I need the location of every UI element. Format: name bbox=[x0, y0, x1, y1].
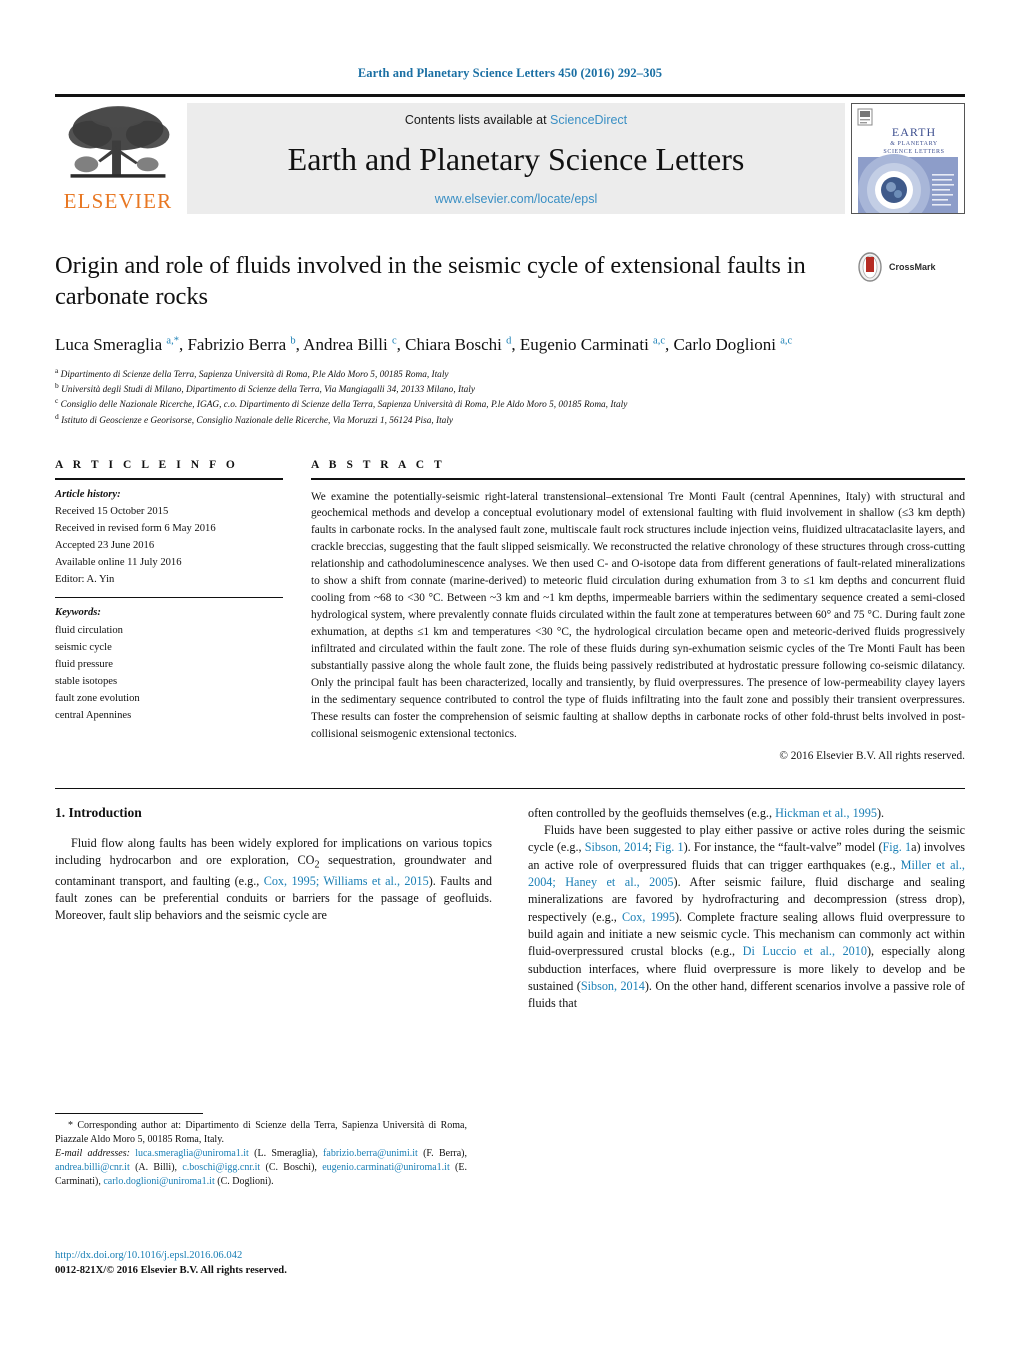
para-text: ). For instance, the “fault-valve” model… bbox=[683, 840, 883, 855]
citation-link[interactable]: Sibson, 2014 bbox=[585, 840, 649, 854]
citation-link[interactable]: Sibson, 2014 bbox=[581, 979, 645, 993]
email-link[interactable]: eugenio.carminati@uniroma1.it bbox=[322, 1162, 450, 1173]
keyword-item: fluid pressure bbox=[55, 658, 113, 670]
keyword-item: seismic cycle bbox=[55, 641, 112, 653]
figure-link[interactable]: Fig. 1 bbox=[655, 840, 684, 854]
article-info-column: A R T I C L E I N F O Article history: R… bbox=[55, 459, 283, 762]
affiliation-marker: c bbox=[55, 396, 59, 406]
corresponding-text: Corresponding author at: Dipartimento di… bbox=[55, 1120, 467, 1145]
title-block: Origin and role of fluids involved in th… bbox=[55, 250, 965, 313]
body-column-left: 1. Introduction Fluid flow along faults … bbox=[55, 805, 492, 1013]
affiliation-item: d Istituto di Geoscienze e Georisorse, C… bbox=[55, 411, 965, 429]
crossmark-badge[interactable]: CrossMark bbox=[855, 250, 965, 282]
author-list: Luca Smeraglia a,*, Fabrizio Berra b, An… bbox=[55, 334, 793, 354]
journal-url[interactable]: www.elsevier.com/locate/epsl bbox=[435, 192, 598, 206]
info-abstract-row: A R T I C L E I N F O Article history: R… bbox=[55, 459, 965, 762]
doi-block: http://dx.doi.org/10.1016/j.epsl.2016.06… bbox=[55, 1248, 475, 1279]
elsevier-wordmark: ELSEVIER bbox=[63, 189, 173, 213]
email-addresses-label: E-mail addresses: bbox=[55, 1148, 130, 1159]
footnote-divider bbox=[55, 1113, 203, 1114]
email-link[interactable]: andrea.billi@cnr.it bbox=[55, 1162, 130, 1173]
email-addresses-note: E-mail addresses: luca.smeraglia@uniroma… bbox=[55, 1147, 467, 1189]
citation-link[interactable]: Cox, 1995 bbox=[622, 910, 675, 924]
email-link[interactable]: c.boschi@igg.cnr.it bbox=[182, 1162, 260, 1173]
running-head: Earth and Planetary Science Letters 450 … bbox=[357, 66, 663, 80]
abstract-heading: A B S T R A C T bbox=[311, 458, 446, 471]
email-link[interactable]: carlo.doglioni@uniroma1.it bbox=[103, 1176, 214, 1187]
history-item: Editor: A. Yin bbox=[55, 574, 115, 586]
affiliation-text: Istituto di Geoscienze e Georisorse, Con… bbox=[61, 415, 454, 426]
email-person: (C. Doglioni). bbox=[217, 1176, 274, 1187]
abstract-copyright: © 2016 Elsevier B.V. All rights reserved… bbox=[779, 749, 965, 762]
sciencedirect-link[interactable]: ScienceDirect bbox=[550, 113, 627, 127]
intro-paragraph-left: Fluid flow along faults has been widely … bbox=[55, 835, 492, 925]
affiliation-item: c Consiglio delle Nazionale Ricerche, IG… bbox=[55, 396, 965, 413]
intro-paragraph-right-cont: often controlled by the geofluids themse… bbox=[528, 805, 965, 822]
corresponding-author-note: * Corresponding author at: Dipartimento … bbox=[55, 1119, 467, 1147]
email-link[interactable]: fabrizio.berra@unimi.it bbox=[323, 1148, 418, 1159]
citation-link[interactable]: Hickman et al., 1995 bbox=[775, 806, 877, 820]
doi-link[interactable]: http://dx.doi.org/10.1016/j.epsl.2016.06… bbox=[55, 1248, 475, 1263]
journal-title: Earth and Planetary Science Letters bbox=[287, 141, 745, 178]
article-info-heading: A R T I C L E I N F O bbox=[55, 458, 239, 471]
masthead-center: Contents lists available at ScienceDirec… bbox=[187, 103, 845, 214]
svg-text:& PLANETARY: & PLANETARY bbox=[890, 141, 938, 147]
affiliation-item: b Università degli Studi di Milano, Dipa… bbox=[55, 381, 965, 398]
keywords-group: Keywords: fluid circulation seismic cycl… bbox=[55, 598, 283, 733]
affiliation-marker: d bbox=[55, 411, 59, 421]
affiliation-marker: a bbox=[55, 366, 59, 376]
email-link[interactable]: luca.smeraglia@uniroma1.it bbox=[135, 1148, 249, 1159]
keyword-item: central Apennines bbox=[55, 710, 132, 722]
affiliation-list: a Dipartimento di Scienze della Terra, S… bbox=[55, 366, 965, 429]
history-item: Received in revised form 6 May 2016 bbox=[55, 522, 216, 534]
email-person: (A. Billi), bbox=[135, 1162, 178, 1173]
issn-copyright-line: 0012-821X/© 2016 Elsevier B.V. All right… bbox=[55, 1265, 287, 1277]
keyword-item: fluid circulation bbox=[55, 624, 123, 636]
keywords-label: Keywords: bbox=[55, 607, 101, 619]
body-columns: 1. Introduction Fluid flow along faults … bbox=[55, 805, 965, 1013]
abstract-text: We examine the potentially-seismic right… bbox=[311, 490, 965, 740]
email-person: (F. Berra), bbox=[423, 1148, 468, 1159]
page-title: Origin and role of fluids involved in th… bbox=[55, 252, 806, 311]
crossmark-label: CrossMark bbox=[889, 262, 936, 272]
crossmark-icon bbox=[858, 252, 882, 282]
section-title-introduction: 1. Introduction bbox=[55, 804, 142, 820]
contents-prefix: Contents lists available at bbox=[404, 113, 551, 127]
affiliation-text: Dipartimento di Scienze della Terra, Sap… bbox=[60, 370, 449, 381]
divider bbox=[55, 787, 965, 789]
body-column-right: often controlled by the geofluids themse… bbox=[528, 805, 965, 1013]
keyword-item: fault zone evolution bbox=[55, 693, 140, 705]
affiliation-item: a Dipartimento di Scienze della Terra, S… bbox=[55, 366, 965, 383]
journal-cover-thumbnail: EARTH & PLANETARY SCIENCE LETTERS bbox=[851, 103, 965, 214]
citation-link[interactable]: Cox, 1995; Williams et al., 2015 bbox=[264, 874, 429, 888]
abstract-column: A B S T R A C T We examine the potential… bbox=[311, 459, 965, 762]
figure-link[interactable]: Fig. 1 bbox=[883, 840, 912, 854]
contents-list-line: Contents lists available at ScienceDirec… bbox=[405, 113, 627, 127]
article-history-label: Article history: bbox=[55, 488, 121, 500]
keyword-item: stable isotopes bbox=[55, 676, 118, 688]
corresponding-marker: * bbox=[68, 1120, 73, 1131]
affiliation-text: Università degli Studi di Milano, Dipart… bbox=[61, 385, 476, 396]
history-item: Accepted 23 June 2016 bbox=[55, 540, 155, 552]
history-item: Received 15 October 2015 bbox=[55, 505, 169, 517]
email-person: (L. Smeraglia), bbox=[254, 1148, 318, 1159]
email-person: (C. Boschi), bbox=[265, 1162, 317, 1173]
title-text-wrap: Origin and role of fluids involved in th… bbox=[55, 250, 855, 313]
journal-cover-art: EARTH & PLANETARY SCIENCE LETTERS bbox=[852, 104, 964, 213]
para-text: ). bbox=[876, 805, 885, 820]
article-history-group: Article history: Received 15 October 201… bbox=[55, 480, 283, 598]
journal-masthead: ELSEVIER Contents lists available at Sci… bbox=[55, 94, 965, 214]
footnote-block: * Corresponding author at: Dipartimento … bbox=[55, 1113, 467, 1189]
para-text: often controlled by the geofluids themse… bbox=[528, 805, 776, 820]
elsevier-logo: ELSEVIER bbox=[55, 103, 181, 214]
citation-link[interactable]: Di Luccio et al., 2010 bbox=[743, 944, 867, 958]
affiliation-marker: b bbox=[55, 381, 59, 391]
svg-text:EARTH: EARTH bbox=[892, 125, 936, 139]
paper-page: Earth and Planetary Science Letters 450 … bbox=[0, 0, 1020, 1351]
affiliation-text: Consiglio delle Nazionale Ricerche, IGAG… bbox=[60, 400, 628, 411]
elsevier-tree-icon bbox=[68, 105, 170, 178]
history-item: Available online 11 July 2016 bbox=[55, 557, 182, 569]
intro-paragraph-right-2: Fluids have been suggested to play eithe… bbox=[528, 822, 965, 1013]
